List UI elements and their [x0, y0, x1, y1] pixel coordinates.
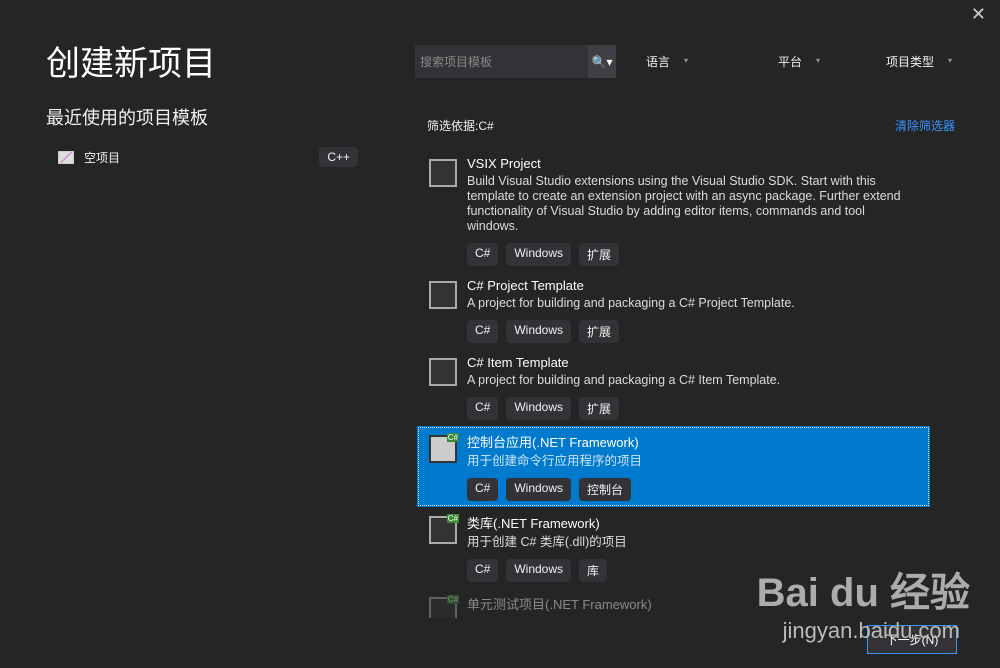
- csharp-badge: C#: [446, 595, 459, 604]
- tag: Windows: [506, 243, 572, 266]
- template-desc: 用于创建命令行应用程序的项目: [467, 454, 643, 468]
- chevron-down-icon: ▾: [816, 56, 821, 65]
- template-name: 类库(.NET Framework): [467, 516, 600, 531]
- tag: C#: [467, 397, 499, 420]
- tag: 扩展: [579, 397, 620, 420]
- unit-test-icon: C#: [429, 595, 459, 618]
- tag: C#: [467, 243, 499, 266]
- tag: C#: [467, 320, 499, 343]
- page-title: 创建新项目: [46, 45, 216, 83]
- project-type-filter[interactable]: 项目类型 ▾: [886, 53, 952, 70]
- tag: 扩展: [579, 320, 620, 343]
- csharp-badge: C#: [446, 433, 459, 442]
- template-list: VSIX Project Build Visual Studio extensi…: [417, 150, 930, 618]
- template-item[interactable]: C# Item Template A project for building …: [417, 349, 930, 426]
- tag: C#: [467, 559, 499, 582]
- tag: C#: [467, 478, 499, 501]
- template-desc: A project for building and packaging a C…: [467, 373, 781, 387]
- chevron-down-icon: ▾: [606, 54, 613, 69]
- filter-label: 语言: [646, 55, 671, 69]
- template-desc: 用于创建 C# 类库(.dll)的项目: [467, 535, 627, 549]
- baidu-watermark: Bai du 经验: [756, 571, 970, 615]
- watermark-url: jingyan.baidu.com: [782, 618, 960, 643]
- template-icon: [429, 358, 457, 386]
- console-icon: C#: [429, 433, 459, 463]
- template-name: C# Project Template: [467, 278, 584, 293]
- search-input[interactable]: 搜索项目模板 🔍 ▾: [415, 45, 616, 78]
- template-item-selected[interactable]: C# 控制台应用(.NET Framework) 用于创建命令行应用程序的项目 …: [417, 426, 930, 507]
- tag: 扩展: [579, 243, 620, 266]
- chevron-down-icon: ▾: [948, 56, 953, 65]
- template-name: 单元测试项目(.NET Framework): [467, 597, 652, 612]
- vsix-icon: [429, 159, 457, 187]
- tag: Windows: [506, 559, 572, 582]
- template-item[interactable]: C# Project Template A project for buildi…: [417, 272, 930, 349]
- filter-label: 项目类型: [886, 55, 935, 69]
- recent-item-name: 空项目: [84, 150, 121, 165]
- tag: 库: [579, 559, 608, 582]
- language-filter[interactable]: 语言 ▾: [646, 53, 688, 70]
- tag: Windows: [506, 397, 572, 420]
- filter-label: 平台: [778, 55, 803, 69]
- template-desc: Build Visual Studio extensions using the…: [467, 174, 901, 233]
- tag: C++: [319, 147, 358, 167]
- template-icon: [429, 281, 457, 309]
- platform-filter[interactable]: 平台 ▾: [778, 53, 820, 70]
- recent-heading: 最近使用的项目模板: [46, 108, 208, 128]
- clear-filters-link[interactable]: 清除筛选器: [895, 117, 955, 134]
- template-name: VSIX Project: [467, 156, 541, 171]
- recent-item[interactable]: 空项目 C++: [58, 147, 358, 167]
- filter-basis: 筛选依据:C#: [427, 119, 494, 133]
- tag: Windows: [506, 320, 572, 343]
- chevron-down-icon: ▾: [684, 56, 689, 65]
- template-name: 控制台应用(.NET Framework): [467, 435, 639, 450]
- class-library-icon: C#: [429, 514, 459, 544]
- template-name: C# Item Template: [467, 355, 569, 370]
- csharp-badge: C#: [446, 514, 459, 523]
- search-placeholder: 搜索项目模板: [420, 55, 493, 69]
- empty-project-icon: [58, 150, 74, 164]
- tag: Windows: [506, 478, 572, 501]
- search-icon: 🔍: [591, 54, 607, 69]
- template-desc: A project for building and packaging a C…: [467, 296, 795, 310]
- close-icon[interactable]: ✕: [971, 4, 986, 25]
- tag: 控制台: [579, 478, 632, 501]
- template-item[interactable]: VSIX Project Build Visual Studio extensi…: [417, 150, 930, 272]
- search-button[interactable]: 🔍 ▾: [588, 45, 616, 78]
